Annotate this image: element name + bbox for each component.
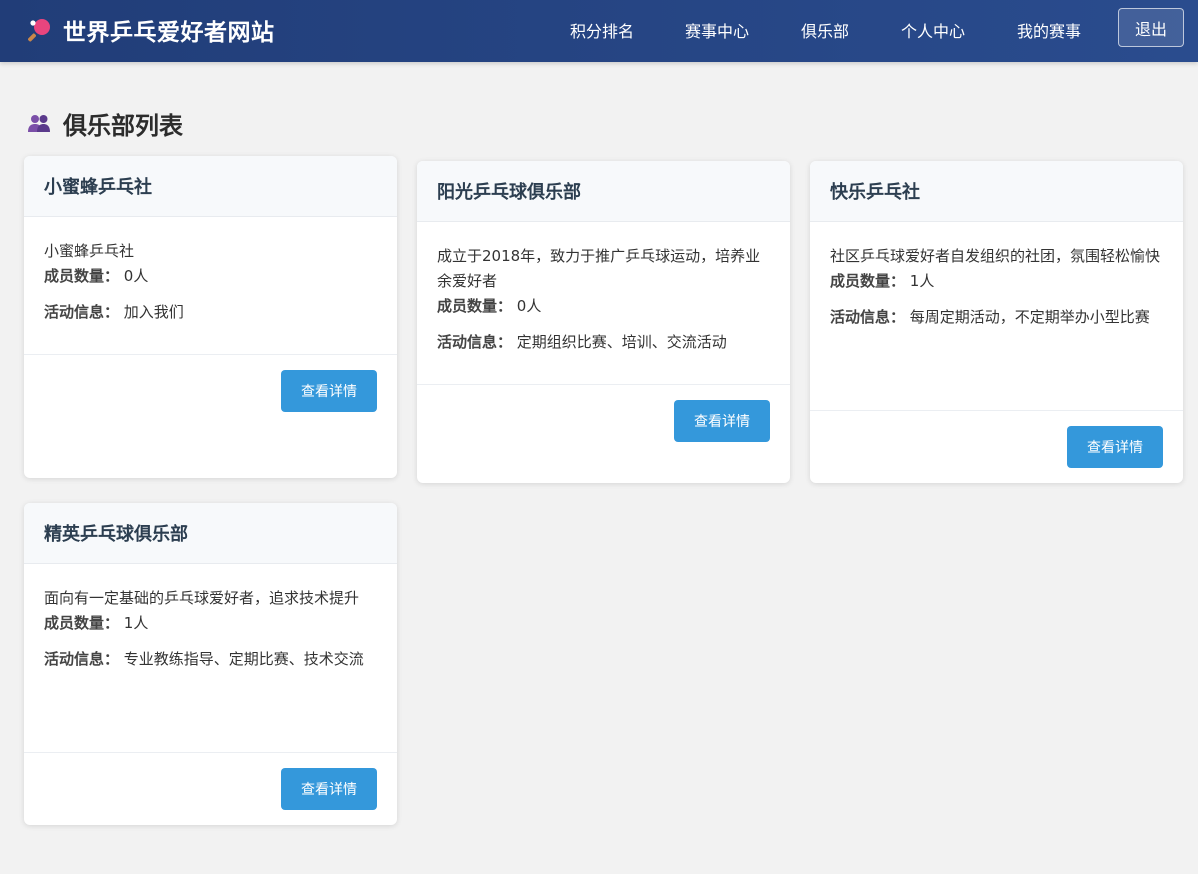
members-label: 成员数量：: [830, 272, 906, 290]
top-navbar: 世界乒乓爱好者网站 积分排名 赛事中心 俱乐部 个人中心 我的赛事 退出: [0, 0, 1198, 62]
activity-label: 活动信息：: [830, 308, 906, 326]
users-icon: [28, 115, 50, 132]
members-value: 0人: [123, 267, 149, 285]
club-name: 阳光乒乓球俱乐部: [437, 182, 581, 203]
ping-pong-paddle-icon: [28, 19, 50, 42]
nav-item-events[interactable]: 赛事中心: [685, 18, 749, 42]
club-card-footer: 查看详情: [24, 354, 397, 478]
activity-label: 活动信息：: [44, 303, 120, 321]
club-card-body: 小蜜蜂乒乓社 成员数量： 0人 活动信息： 加入我们: [24, 217, 397, 325]
activity-value: 定期组织比赛、培训、交流活动: [516, 333, 727, 351]
members-label: 成员数量：: [44, 267, 120, 285]
activity-label: 活动信息：: [437, 333, 513, 351]
club-members-row: 成员数量： 0人: [437, 294, 770, 319]
club-activity-row: 活动信息： 定期组织比赛、培训、交流活动: [437, 330, 770, 355]
club-activity-row: 活动信息： 加入我们: [44, 300, 377, 325]
club-card: 精英乒乓球俱乐部 面向有一定基础的乒乓球爱好者，追求技术提升 成员数量： 1人 …: [24, 503, 397, 825]
page-heading: 俱乐部列表: [27, 106, 183, 140]
club-card-header: 精英乒乓球俱乐部: [24, 503, 397, 564]
view-details-button[interactable]: 查看详情: [1067, 426, 1163, 468]
nav-item-clubs[interactable]: 俱乐部: [801, 18, 849, 42]
club-description: 面向有一定基础的乒乓球爱好者，追求技术提升: [44, 589, 360, 607]
club-description: 成立于2018年，致力于推广乒乓球运动，培养业余爱好者: [437, 247, 761, 290]
page-title: 俱乐部列表: [63, 111, 183, 140]
club-card-body: 面向有一定基础的乒乓球爱好者，追求技术提升 成员数量： 1人 活动信息： 专业教…: [24, 564, 397, 672]
site-title: 世界乒乓爱好者网站: [63, 20, 275, 46]
club-card: 阳光乒乓球俱乐部 成立于2018年，致力于推广乒乓球运动，培养业余爱好者 成员数…: [417, 161, 790, 483]
club-members-row: 成员数量： 0人: [44, 264, 377, 289]
club-name: 精英乒乓球俱乐部: [44, 524, 188, 545]
club-members-row: 成员数量： 1人: [830, 269, 1163, 294]
club-card-footer: 查看详情: [810, 410, 1183, 483]
nav-item-profile[interactable]: 个人中心: [901, 18, 965, 42]
club-description: 社区乒乓球爱好者自发组织的社团，氛围轻松愉快: [830, 247, 1161, 265]
members-value: 1人: [909, 272, 935, 290]
view-details-button[interactable]: 查看详情: [674, 400, 770, 442]
club-name: 快乐乒乓社: [830, 182, 920, 203]
club-card-footer: 查看详情: [24, 752, 397, 825]
club-description: 小蜜蜂乒乓社: [44, 242, 135, 260]
logout-button[interactable]: 退出: [1118, 8, 1184, 47]
club-card: 小蜜蜂乒乓社 小蜜蜂乒乓社 成员数量： 0人 活动信息： 加入我们 查看详情: [24, 156, 397, 478]
view-details-button[interactable]: 查看详情: [281, 768, 377, 810]
activity-value: 加入我们: [123, 303, 184, 321]
club-card-header: 快乐乒乓社: [810, 161, 1183, 222]
club-activity-row: 活动信息： 专业教练指导、定期比赛、技术交流: [44, 647, 377, 672]
nav-item-my-events[interactable]: 我的赛事: [1017, 18, 1081, 42]
members-value: 1人: [123, 614, 149, 632]
nav-item-rankings[interactable]: 积分排名: [570, 18, 634, 42]
club-activity-row: 活动信息： 每周定期活动，不定期举办小型比赛: [830, 305, 1163, 330]
activity-value: 每周定期活动，不定期举办小型比赛: [909, 308, 1150, 326]
club-card-footer: 查看详情: [417, 384, 790, 483]
club-name: 小蜜蜂乒乓社: [44, 177, 152, 198]
club-members-row: 成员数量： 1人: [44, 611, 377, 636]
club-card-body: 社区乒乓球爱好者自发组织的社团，氛围轻松愉快 成员数量： 1人 活动信息： 每周…: [810, 222, 1183, 330]
activity-label: 活动信息：: [44, 650, 120, 668]
members-value: 0人: [516, 297, 542, 315]
view-details-button[interactable]: 查看详情: [281, 370, 377, 412]
members-label: 成员数量：: [44, 614, 120, 632]
club-card-header: 小蜜蜂乒乓社: [24, 156, 397, 217]
members-label: 成员数量：: [437, 297, 513, 315]
club-card-body: 成立于2018年，致力于推广乒乓球运动，培养业余爱好者 成员数量： 0人 活动信…: [417, 222, 790, 355]
club-card: 快乐乒乓社 社区乒乓球爱好者自发组织的社团，氛围轻松愉快 成员数量： 1人 活动…: [810, 161, 1183, 483]
activity-value: 专业教练指导、定期比赛、技术交流: [123, 650, 364, 668]
club-card-header: 阳光乒乓球俱乐部: [417, 161, 790, 222]
brand[interactable]: 世界乒乓爱好者网站: [28, 14, 275, 46]
